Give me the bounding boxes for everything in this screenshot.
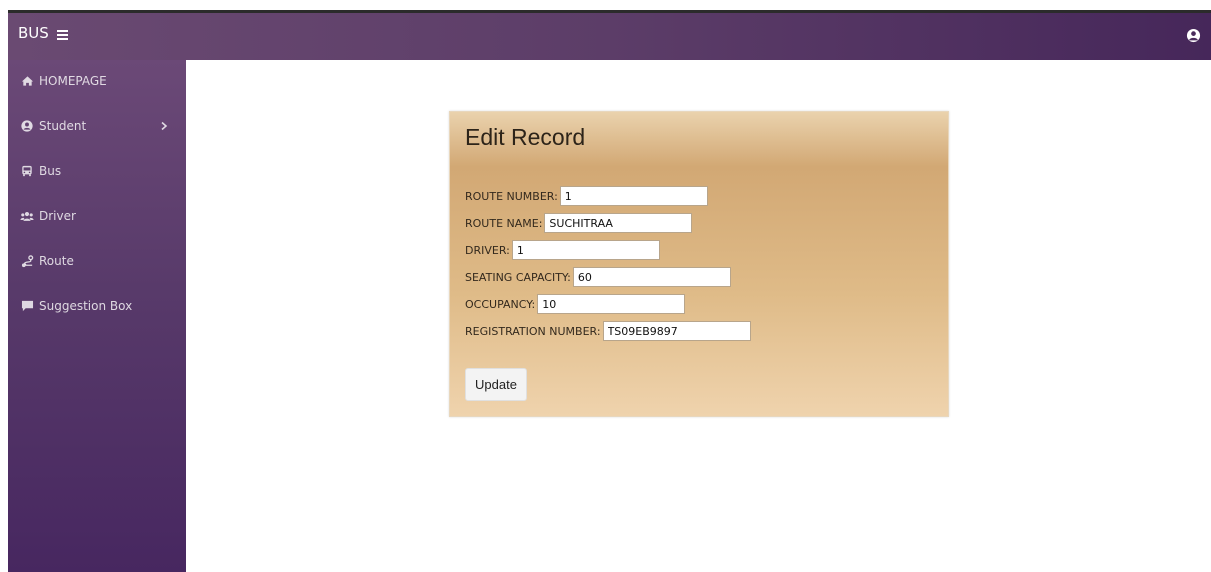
route-name-input[interactable] bbox=[544, 213, 693, 233]
brand-toggle[interactable]: BUS bbox=[18, 24, 68, 42]
route-name-label: ROUTE NAME: bbox=[465, 216, 543, 230]
driver-label: DRIVER: bbox=[465, 243, 510, 257]
sidebar-item-route[interactable]: Route bbox=[8, 248, 186, 274]
hamburger-icon[interactable] bbox=[56, 29, 68, 40]
sidebar-item-driver[interactable]: Driver bbox=[8, 203, 186, 229]
users-icon bbox=[20, 209, 34, 223]
route-name-row: ROUTE NAME: bbox=[465, 212, 693, 234]
user-circle-icon bbox=[20, 119, 34, 133]
sidebar-item-label: Route bbox=[39, 254, 74, 268]
home-icon bbox=[20, 74, 34, 88]
driver-row: DRIVER: bbox=[465, 239, 660, 261]
user-circle-icon[interactable] bbox=[1186, 28, 1201, 43]
occupancy-label: OCCUPANCY: bbox=[465, 297, 536, 311]
sidebar-item-label: Bus bbox=[39, 164, 62, 178]
brand-label: BUS bbox=[18, 24, 49, 42]
chevron-right-icon[interactable] bbox=[158, 119, 170, 133]
top-navbar: BUS bbox=[8, 10, 1211, 60]
route-number-row: ROUTE NUMBER: bbox=[465, 185, 708, 207]
page-title: Edit Record bbox=[465, 124, 586, 150]
registration-number-label: REGISTRATION NUMBER: bbox=[465, 324, 601, 338]
occupancy-row: OCCUPANCY: bbox=[465, 293, 686, 315]
window-top-edge bbox=[0, 0, 1211, 10]
registration-number-row: REGISTRATION NUMBER: bbox=[465, 320, 751, 342]
sidebar-item-bus[interactable]: Bus bbox=[8, 158, 186, 184]
sidebar-item-label: Driver bbox=[39, 209, 76, 223]
comment-icon bbox=[20, 299, 34, 313]
update-button[interactable]: Update bbox=[465, 368, 527, 401]
route-number-input[interactable] bbox=[559, 186, 708, 206]
sidebar-item-label: HOMEPAGE bbox=[39, 74, 107, 88]
bus-icon bbox=[20, 164, 34, 178]
seating-capacity-input[interactable] bbox=[572, 267, 731, 287]
sidebar-item-homepage[interactable]: HOMEPAGE bbox=[8, 68, 186, 94]
seating-capacity-row: SEATING CAPACITY: bbox=[465, 266, 731, 288]
sidebar-item-student[interactable]: Student bbox=[8, 113, 186, 139]
sidebar-item-suggestion-box[interactable]: Suggestion Box bbox=[8, 293, 186, 319]
route-number-label: ROUTE NUMBER: bbox=[465, 189, 558, 203]
app-window: BUS HOMEPAGE Student Bus Driver Route Su… bbox=[0, 0, 1211, 572]
sidebar-item-label: Suggestion Box bbox=[39, 299, 133, 313]
sidebar-item-label: Student bbox=[39, 119, 87, 133]
occupancy-input[interactable] bbox=[537, 294, 686, 314]
sidebar: HOMEPAGE Student Bus Driver Route Sugges… bbox=[8, 60, 186, 572]
edit-record-card: Edit Record ROUTE NUMBER: ROUTE NAME: DR… bbox=[449, 111, 949, 417]
driver-input[interactable] bbox=[511, 240, 660, 260]
route-icon bbox=[20, 254, 34, 268]
seating-capacity-label: SEATING CAPACITY: bbox=[465, 270, 571, 284]
registration-number-input[interactable] bbox=[602, 321, 751, 341]
